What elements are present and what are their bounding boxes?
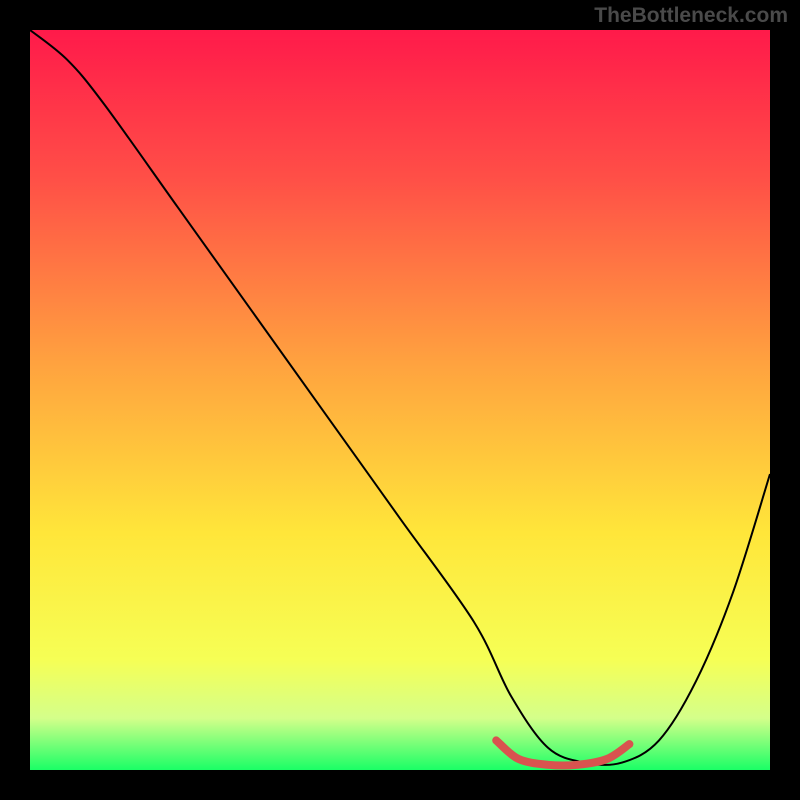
optimal-range-curve (496, 740, 629, 765)
chart-curves (30, 30, 770, 770)
watermark: TheBottleneck.com (594, 4, 788, 28)
chart-plot-area (30, 30, 770, 770)
bottleneck-curve (30, 30, 770, 765)
